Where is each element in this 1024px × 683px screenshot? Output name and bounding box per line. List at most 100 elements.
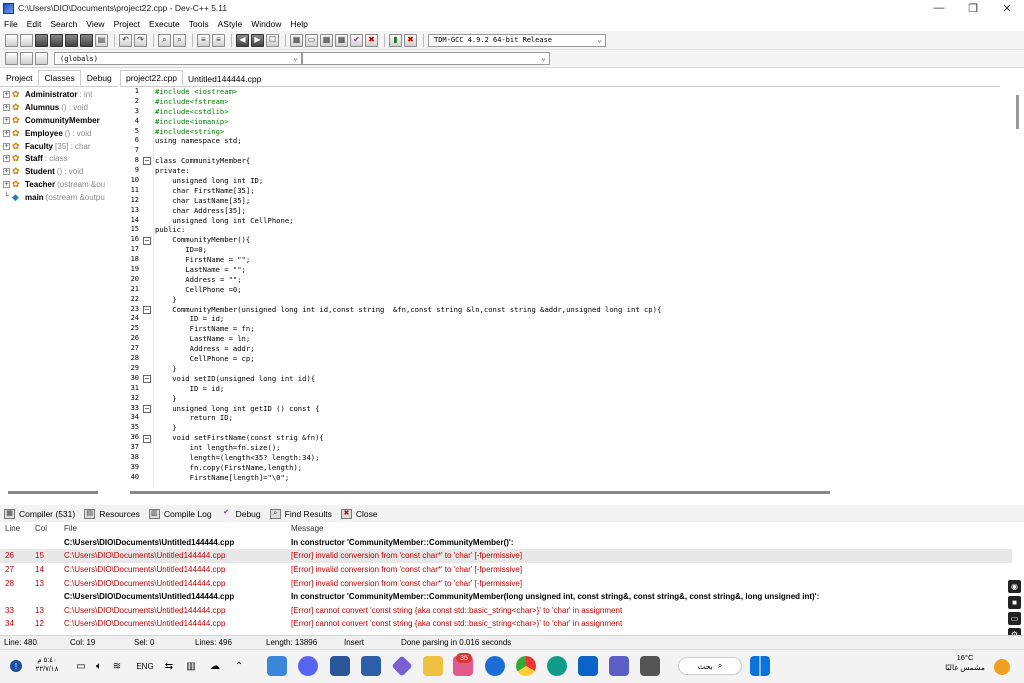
fold-toggle-icon[interactable]: − (143, 404, 151, 413)
volume-icon[interactable]: 🔈︎ (92, 657, 106, 675)
compile-icon[interactable]: ▦ (290, 33, 303, 47)
code-line[interactable]: #include<string> (155, 127, 1012, 137)
screen-icon[interactable]: ▭ (1008, 612, 1021, 625)
devcpp-taskbar-icon[interactable] (361, 656, 381, 676)
code-line[interactable]: #include<cstdlib> (155, 107, 1012, 117)
profile-icon[interactable]: ▮ (389, 33, 402, 47)
task-view-icon[interactable] (640, 656, 660, 676)
class-tree-item[interactable]: + ✿ Student() : void (0, 165, 118, 178)
message-row[interactable]: 34 12 C:\Users\DIO\Documents\Untitled14444… (0, 617, 1012, 631)
class-tree-item[interactable]: + ✿ Faculty [35] : char (0, 140, 118, 153)
debug-icon[interactable]: ✖ (404, 33, 417, 47)
code-line[interactable]: void setID(unsigned long int id){ (155, 374, 1012, 384)
compile-run-icon[interactable]: ▦ (320, 33, 333, 47)
message-row[interactable]: C:\Users\DIO\Documents\Untitled144444.cp… (0, 590, 1012, 604)
start-icon[interactable] (750, 656, 770, 676)
tab-resources[interactable]: ▤ Resources (84, 508, 140, 519)
fold-toggle-icon[interactable]: − (143, 434, 151, 443)
menu-astyle[interactable]: AStyle (218, 19, 243, 29)
code-area[interactable]: #include <iostream> #include<fstream> #inc… (155, 87, 1012, 487)
expand-icon[interactable]: + (3, 181, 10, 189)
scroll-thumb[interactable] (1016, 95, 1019, 129)
code-line[interactable]: unsigned long int CellPhone; (155, 216, 1012, 226)
goto-forward-icon[interactable]: ▶ (251, 33, 264, 47)
tab-project22-cpp[interactable]: project22.cpp (120, 70, 184, 86)
new-file-icon[interactable] (5, 33, 18, 47)
weather-widget[interactable]: 16°C مشمس غالبًا (940, 653, 990, 672)
code-line[interactable]: using namespace std; (155, 136, 1012, 146)
code-line[interactable]: ID = id; (155, 314, 1012, 324)
code-line[interactable]: char LastName[35]; (155, 196, 1012, 206)
save-all-icon[interactable] (50, 33, 63, 47)
stop-execution-icon[interactable]: ✖ (365, 33, 378, 47)
bookmark-icon[interactable]: ☐ (266, 33, 279, 47)
tab-find-results[interactable]: ⌕ Find Results (269, 508, 332, 519)
unindent-icon[interactable]: ≡ (212, 33, 225, 47)
header-col[interactable]: Col (31, 524, 60, 533)
wifi-icon[interactable]: ≋ (110, 657, 124, 675)
code-line[interactable]: length=(length<35? length:34); (155, 453, 1012, 463)
code-editor[interactable]: 1 2 3 4 5 6 7 8 9 10 11 12 13 14 15 16 17 18 19 20 21 22 23 24 2… (120, 87, 1012, 487)
code-line[interactable]: unsigned long int getID () const { (155, 404, 1012, 414)
language-indicator[interactable]: ENG (132, 657, 158, 675)
code-line[interactable]: FirstName = ""; (155, 255, 1012, 265)
save-icon[interactable] (35, 33, 48, 47)
code-line[interactable] (155, 146, 1012, 156)
menu-help[interactable]: Help (290, 19, 307, 29)
code-line[interactable]: LastName = ""; (155, 265, 1012, 275)
video-icon[interactable]: ■ (1008, 596, 1021, 609)
code-line[interactable]: } (155, 364, 1012, 374)
message-row[interactable]: 26 15 C:\Users\DIO\Documents\Untitled14444… (0, 549, 1012, 563)
menu-search[interactable]: Search (50, 19, 77, 29)
code-line[interactable]: } (155, 423, 1012, 433)
code-line[interactable]: char Address[35]; (155, 206, 1012, 216)
expand-icon[interactable]: + (3, 116, 10, 124)
tab-debug[interactable]: Debug (81, 70, 118, 86)
code-line[interactable]: private: (155, 166, 1012, 176)
tab-project[interactable]: Project (0, 70, 38, 86)
code-line[interactable]: #include<fstream> (155, 97, 1012, 107)
code-line[interactable]: CellPhone =0; (155, 285, 1012, 295)
meet-icon[interactable]: ▥ (184, 657, 198, 675)
message-row[interactable]: 33 13 C:\Users\DIO\Documents\Untitled14444… (0, 604, 1012, 618)
code-line[interactable]: int length=fn.size(); (155, 443, 1012, 453)
info-icon[interactable]: ! (10, 660, 22, 672)
expand-icon[interactable]: + (3, 155, 10, 163)
maximize-button[interactable]: ❐ (956, 0, 990, 16)
indent-icon[interactable]: ≡ (197, 33, 210, 47)
header-file[interactable]: File (60, 524, 291, 533)
syntax-check-icon[interactable]: ✔ (350, 33, 363, 47)
keyboard-icon[interactable]: ⇆ (162, 657, 176, 675)
message-row[interactable]: 27 14 C:\Users\DIO\Documents\Untitled14444… (0, 563, 1012, 577)
find-icon[interactable]: ⌕ (158, 33, 171, 47)
discord-icon[interactable] (298, 656, 318, 676)
new-class-icon[interactable] (5, 52, 18, 65)
run-icon[interactable]: ▭ (305, 33, 318, 47)
expand-icon[interactable]: + (3, 90, 10, 98)
code-line[interactable]: FirstName = fn; (155, 324, 1012, 334)
scroll-thumb[interactable] (8, 491, 98, 494)
code-line[interactable]: #include <iostream> (155, 87, 1012, 97)
class-tree-item[interactable]: + ✿ CommunityMember (0, 114, 118, 127)
code-line[interactable]: ID=0; (155, 245, 1012, 255)
tab-debug-output[interactable]: ✔ Debug (221, 509, 261, 519)
redo-icon[interactable]: ↷ (134, 33, 147, 47)
minimize-button[interactable]: — (922, 0, 956, 16)
expand-icon[interactable]: + (3, 129, 10, 137)
cloud-icon[interactable]: ☁ (208, 657, 222, 675)
messenger-icon[interactable] (485, 656, 505, 676)
class-tree-item[interactable]: + ✿ Teacher (ostream &ou (0, 178, 118, 191)
fold-toggle-icon[interactable]: − (143, 375, 151, 384)
code-line[interactable]: void setFirstName(const strig &fn){ (155, 433, 1012, 443)
menu-edit[interactable]: Edit (27, 19, 42, 29)
close-button[interactable]: ✕ (990, 0, 1024, 16)
code-line[interactable]: } (155, 394, 1012, 404)
member-select[interactable]: ⌄ (302, 52, 550, 65)
message-row[interactable]: 28 13 C:\Users\DIO\Documents\Untitled14444… (0, 576, 1012, 590)
edge-icon[interactable] (547, 656, 567, 676)
tab-compiler[interactable]: ▦ Compiler (531) (4, 508, 75, 519)
editor-vertical-scrollbar[interactable] (1012, 87, 1024, 487)
toggle-bookmark-icon[interactable] (35, 52, 48, 65)
scroll-thumb[interactable] (130, 491, 830, 494)
editor-horizontal-scrollbar[interactable] (120, 487, 1012, 497)
